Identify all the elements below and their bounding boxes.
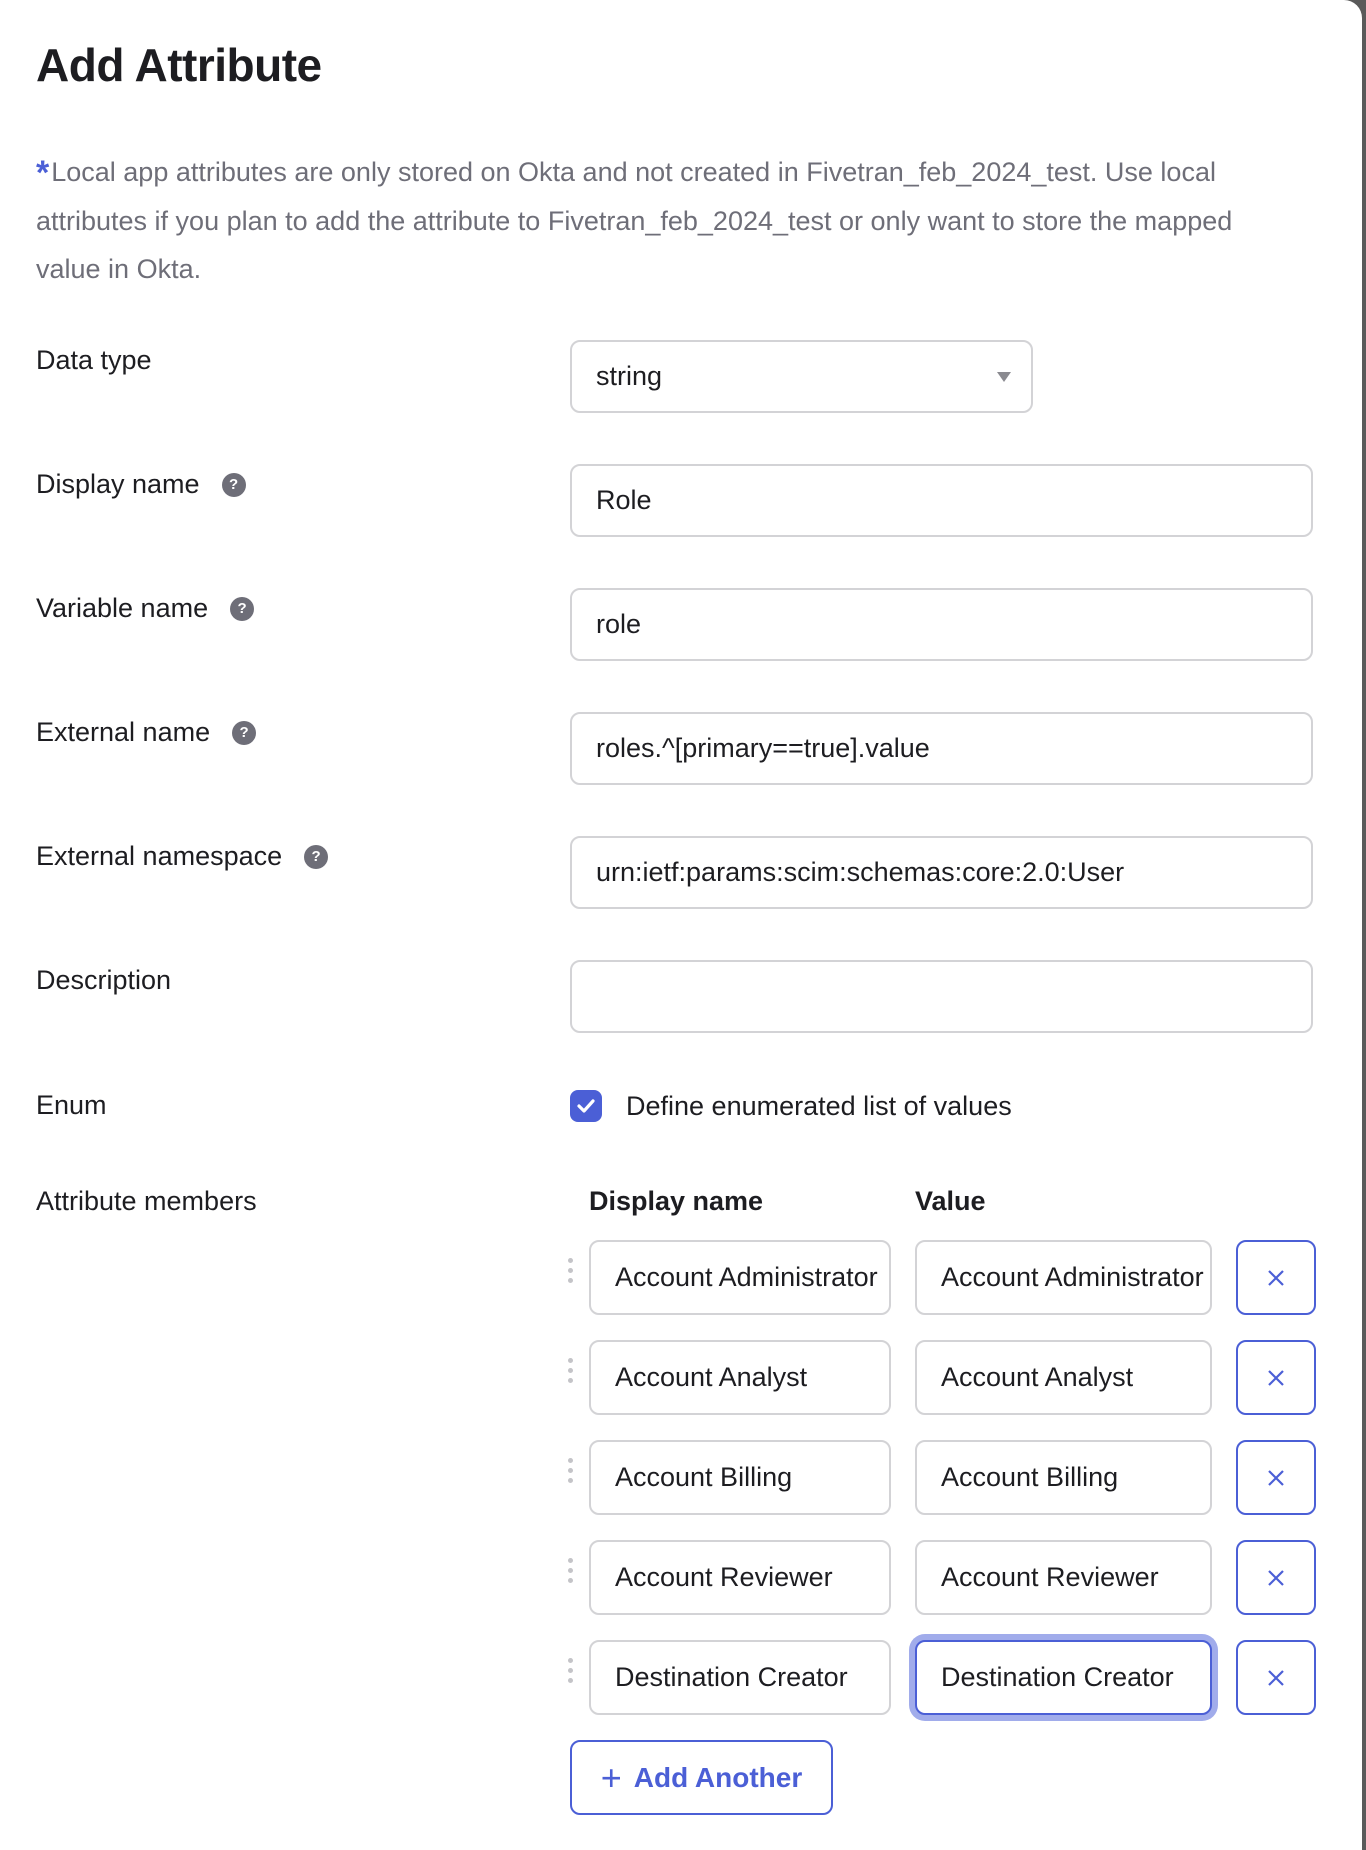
data-type-select[interactable]: string bbox=[570, 340, 1033, 413]
dropdown-caret-icon bbox=[997, 371, 1011, 382]
column-header-display-name: Display name bbox=[589, 1186, 764, 1216]
help-icon[interactable]: ? bbox=[221, 472, 246, 497]
variable-name-label: Variable name ? bbox=[36, 593, 255, 624]
dialog-title: Add Attribute bbox=[36, 39, 322, 91]
data-type-value: string bbox=[596, 361, 663, 391]
member-row: Account Billing Account Billing bbox=[568, 1440, 1318, 1515]
close-icon bbox=[1268, 1369, 1284, 1386]
remove-member-button[interactable] bbox=[1236, 1240, 1316, 1315]
attribute-members-label-text: Attribute members bbox=[36, 1186, 257, 1216]
close-icon bbox=[1268, 1569, 1284, 1586]
enum-checkbox-label: Define enumerated list of values bbox=[626, 1090, 1012, 1121]
member-display-name-input[interactable]: Account Analyst bbox=[589, 1340, 891, 1415]
display-name-label: Display name ? bbox=[36, 469, 246, 500]
plus-icon: + bbox=[600, 1756, 622, 1798]
enum-checkbox-row[interactable]: Define enumerated list of values bbox=[570, 1090, 1012, 1122]
member-row: Destination Creator Destination Creator bbox=[568, 1640, 1318, 1715]
add-another-button[interactable]: + Add Another bbox=[570, 1740, 833, 1815]
close-icon bbox=[1268, 1669, 1284, 1686]
display-name-label-text: Display name bbox=[36, 469, 200, 499]
checkmark-icon bbox=[577, 1099, 595, 1113]
drag-handle-icon[interactable] bbox=[568, 1358, 574, 1383]
member-value-input[interactable]: Account Reviewer bbox=[915, 1540, 1212, 1615]
column-header-value: Value bbox=[915, 1186, 986, 1216]
member-value-input[interactable]: Account Administrator bbox=[915, 1240, 1212, 1315]
remove-member-button[interactable] bbox=[1236, 1440, 1316, 1515]
drag-handle-icon[interactable] bbox=[568, 1658, 574, 1683]
member-value-input-focused[interactable]: Destination Creator bbox=[915, 1640, 1212, 1715]
member-display-name-input[interactable]: Account Administrator bbox=[589, 1240, 891, 1315]
help-icon[interactable]: ? bbox=[304, 844, 329, 869]
help-icon[interactable]: ? bbox=[232, 720, 257, 745]
enum-checkbox[interactable] bbox=[570, 1090, 602, 1122]
external-namespace-label: External namespace ? bbox=[36, 841, 329, 872]
member-value-input[interactable]: Account Billing bbox=[915, 1440, 1212, 1515]
enum-label: Enum bbox=[36, 1090, 107, 1121]
drag-handle-icon[interactable] bbox=[568, 1458, 574, 1483]
member-display-name-input[interactable]: Destination Creator bbox=[589, 1640, 891, 1715]
remove-member-button[interactable] bbox=[1236, 1640, 1316, 1715]
variable-name-input[interactable]: role bbox=[570, 588, 1313, 661]
description-label: Description bbox=[36, 965, 171, 996]
member-display-name-input[interactable]: Account Reviewer bbox=[589, 1540, 891, 1615]
variable-name-label-text: Variable name bbox=[36, 593, 209, 623]
data-type-label-text: Data type bbox=[36, 345, 152, 375]
help-icon[interactable]: ? bbox=[230, 596, 255, 621]
remove-member-button[interactable] bbox=[1236, 1540, 1316, 1615]
close-icon bbox=[1268, 1469, 1284, 1486]
add-attribute-dialog: Add Attribute *Local app attributes are … bbox=[0, 0, 1362, 1850]
enum-label-text: Enum bbox=[36, 1090, 107, 1120]
drag-handle-icon[interactable] bbox=[568, 1558, 574, 1583]
local-attributes-note: *Local app attributes are only stored on… bbox=[36, 148, 1296, 293]
external-namespace-label-text: External namespace bbox=[36, 841, 283, 871]
display-name-input[interactable]: Role bbox=[570, 464, 1313, 537]
data-type-label: Data type bbox=[36, 345, 152, 376]
external-name-label-text: External name bbox=[36, 717, 211, 747]
asterisk-icon: * bbox=[36, 154, 50, 192]
add-another-label: Add Another bbox=[633, 1761, 803, 1793]
description-label-text: Description bbox=[36, 965, 172, 995]
external-name-input[interactable]: roles.^[primary==true].value bbox=[570, 712, 1313, 785]
member-row: Account Administrator Account Administra… bbox=[568, 1240, 1318, 1315]
external-namespace-input[interactable]: urn:ietf:params:scim:schemas:core:2.0:Us… bbox=[570, 836, 1313, 909]
member-row: Account Analyst Account Analyst bbox=[568, 1340, 1318, 1415]
description-input[interactable] bbox=[570, 960, 1313, 1033]
note-text: Local app attributes are only stored on … bbox=[36, 157, 1233, 284]
attribute-members-label: Attribute members bbox=[36, 1186, 257, 1217]
drag-handle-icon[interactable] bbox=[568, 1258, 574, 1283]
remove-member-button[interactable] bbox=[1236, 1340, 1316, 1415]
close-icon bbox=[1268, 1269, 1284, 1286]
member-row: Account Reviewer Account Reviewer bbox=[568, 1540, 1318, 1615]
external-name-label: External name ? bbox=[36, 717, 257, 748]
member-display-name-input[interactable]: Account Billing bbox=[589, 1440, 891, 1515]
member-value-input[interactable]: Account Analyst bbox=[915, 1340, 1212, 1415]
